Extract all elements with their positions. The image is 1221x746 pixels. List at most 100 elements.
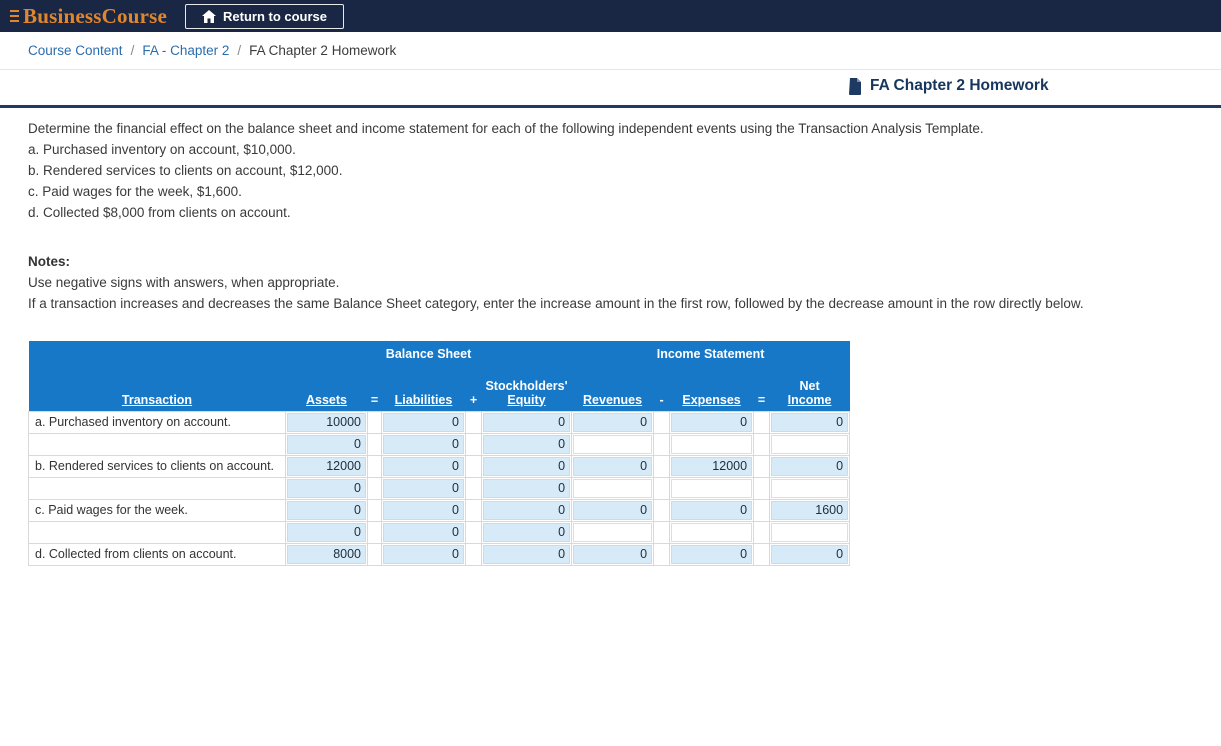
assets-cell xyxy=(285,498,368,522)
separator-cell xyxy=(465,542,482,566)
instructions-intro: Determine the financial effect on the ba… xyxy=(28,121,984,136)
revenues-cell xyxy=(571,454,655,478)
liabilities-cell xyxy=(381,410,466,434)
assets-cell xyxy=(285,410,368,434)
breadcrumb-chapter[interactable]: FA - Chapter 2 xyxy=(142,43,229,58)
transaction-analysis-table: Balance Sheet Income Statement Transacti… xyxy=(28,341,851,566)
header-equals-2: = xyxy=(753,363,770,411)
separator-cell xyxy=(367,520,382,544)
separator-cell xyxy=(465,410,482,434)
equity-input[interactable] xyxy=(483,522,571,542)
assets-input[interactable] xyxy=(287,478,366,498)
assets-cell xyxy=(285,520,368,544)
page: BusinessCourse Return to course Course C… xyxy=(0,0,1221,746)
net-income-input[interactable] xyxy=(771,544,849,564)
equity-input[interactable] xyxy=(483,500,571,520)
revenues-input[interactable] xyxy=(573,500,653,520)
table-row: c. Paid wages for the week. xyxy=(28,498,851,522)
expenses-input[interactable] xyxy=(671,456,753,476)
liabilities-cell xyxy=(381,476,466,500)
liabilities-input[interactable] xyxy=(383,434,464,454)
net_income-cell xyxy=(769,542,851,566)
transaction-label-cell xyxy=(28,520,286,544)
net_income-cell xyxy=(769,498,851,522)
breadcrumb-current: FA Chapter 2 Homework xyxy=(249,43,397,58)
expenses-cell xyxy=(669,410,755,434)
breadcrumb: Course Content / FA - Chapter 2 / FA Cha… xyxy=(0,32,1221,70)
equity-cell xyxy=(480,498,573,522)
header-revenues: Revenues xyxy=(571,363,654,411)
equity-input[interactable] xyxy=(483,434,571,454)
breadcrumb-separator: / xyxy=(237,43,242,58)
expenses-empty-cell xyxy=(669,432,755,456)
liabilities-input[interactable] xyxy=(383,544,464,564)
separator-cell xyxy=(753,498,771,522)
home-icon xyxy=(202,9,216,23)
brand-mark-icon xyxy=(10,9,19,23)
assets-input[interactable] xyxy=(287,544,366,564)
table-row xyxy=(28,520,851,544)
header-transaction: Transaction xyxy=(28,363,286,411)
assets-input[interactable] xyxy=(287,412,366,432)
separator-cell xyxy=(653,476,671,500)
expenses-cell xyxy=(669,542,755,566)
revenues-cell xyxy=(571,542,655,566)
assets-cell xyxy=(285,476,368,500)
revenues-empty-cell xyxy=(571,520,655,544)
header-plus: + xyxy=(465,363,482,411)
expenses-input[interactable] xyxy=(671,500,753,520)
equity-cell xyxy=(480,454,573,478)
expenses-input[interactable] xyxy=(671,412,753,432)
net-income-empty-cell xyxy=(769,520,851,544)
assets-cell xyxy=(285,432,368,456)
header-liabilities: Liabilities xyxy=(381,363,466,411)
transaction-label-cell: b. Rendered services to clients on accou… xyxy=(28,454,286,478)
breadcrumb-course-content[interactable]: Course Content xyxy=(28,43,123,58)
transaction-label-cell: c. Paid wages for the week. xyxy=(28,498,286,522)
net_income-cell xyxy=(769,454,851,478)
separator-cell xyxy=(465,432,482,456)
equity-input[interactable] xyxy=(483,412,571,432)
separator-cell xyxy=(653,410,671,434)
assets-input[interactable] xyxy=(287,456,366,476)
assets-input[interactable] xyxy=(287,434,366,454)
separator-cell xyxy=(753,520,771,544)
table-group-header-row: Balance Sheet Income Statement xyxy=(28,341,850,363)
revenues-cell xyxy=(571,410,655,434)
header-expenses: Expenses xyxy=(669,363,754,411)
equity-cell xyxy=(480,476,573,500)
title-row: FA Chapter 2 Homework xyxy=(0,70,1221,105)
liabilities-input[interactable] xyxy=(383,412,464,432)
table-row: a. Purchased inventory on account. xyxy=(28,410,851,434)
return-to-course-label: Return to course xyxy=(223,8,328,24)
revenues-input[interactable] xyxy=(573,544,653,564)
instruction-item-c: c. Paid wages for the week, $1,600. xyxy=(28,184,242,199)
liabilities-input[interactable] xyxy=(383,478,464,498)
separator-cell xyxy=(653,454,671,478)
revenues-input[interactable] xyxy=(573,456,653,476)
separator-cell xyxy=(653,542,671,566)
net-income-input[interactable] xyxy=(771,500,849,520)
separator-cell xyxy=(753,476,771,500)
assets-input[interactable] xyxy=(287,522,366,542)
table-column-header-row: Transaction Assets = Liabilities + Stock… xyxy=(28,363,850,411)
expenses-input[interactable] xyxy=(671,544,753,564)
revenues-input[interactable] xyxy=(573,412,653,432)
brand-text: BusinessCourse xyxy=(23,3,167,28)
net-income-input[interactable] xyxy=(771,456,849,476)
net-income-input[interactable] xyxy=(771,412,849,432)
separator-cell xyxy=(753,454,771,478)
liabilities-input[interactable] xyxy=(383,522,464,542)
liabilities-input[interactable] xyxy=(383,500,464,520)
separator-cell xyxy=(465,498,482,522)
assets-input[interactable] xyxy=(287,500,366,520)
breadcrumb-separator: / xyxy=(130,43,135,58)
equity-input[interactable] xyxy=(483,544,571,564)
equity-input[interactable] xyxy=(483,478,571,498)
separator-cell xyxy=(367,476,382,500)
separator-cell xyxy=(465,476,482,500)
liabilities-input[interactable] xyxy=(383,456,464,476)
brand-logo[interactable]: BusinessCourse xyxy=(10,3,167,28)
equity-input[interactable] xyxy=(483,456,571,476)
return-to-course-button[interactable]: Return to course xyxy=(185,3,345,29)
